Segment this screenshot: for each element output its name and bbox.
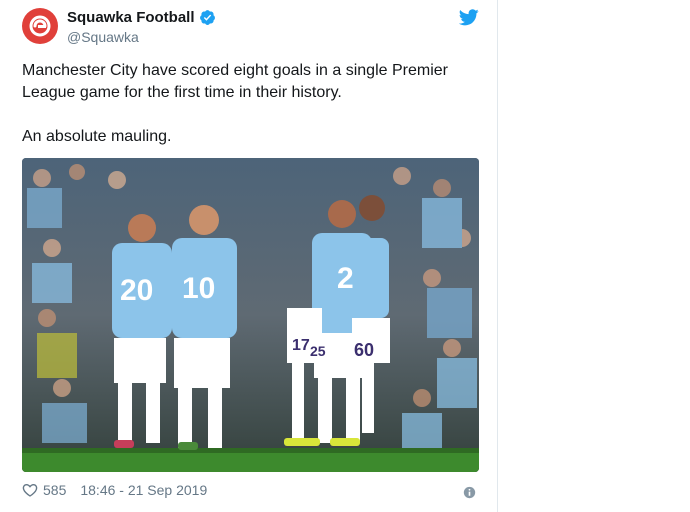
shirt-number-10: 10 [182,272,215,305]
author-display-name[interactable]: Squawka Football [67,9,195,26]
football-celebration-photo: 20 10 2 60 17 25 [22,158,479,472]
tweet-timestamp[interactable]: 18:46 - 21 Sep 2019 [80,482,207,498]
tweet-text-line-2: An absolute mauling. [22,128,172,145]
tweet-card: Squawka Football @Squawka Manchester Cit… [0,0,498,512]
verified-badge-icon [199,10,215,25]
author-handle[interactable]: @Squawka [67,29,139,45]
tweet-text: Manchester City have scored eight goals … [22,60,472,148]
tweet-footer: 585 18:46 - 21 Sep 2019 [22,482,207,498]
shirt-number-25: 25 [310,343,326,359]
squawka-logo-icon [29,15,51,37]
shirt-number-17: 17 [292,337,310,354]
info-icon[interactable] [463,486,476,499]
twitter-bird-icon[interactable] [459,9,479,26]
avatar[interactable] [22,8,58,44]
shirt-number-20: 20 [120,274,153,307]
like-count[interactable]: 585 [43,482,66,498]
shirt-number-60: 60 [354,340,374,360]
tweet-photo[interactable]: 20 10 2 60 17 25 [22,158,479,472]
heart-icon[interactable] [22,482,38,498]
tweet-text-line-1: Manchester City have scored eight goals … [22,62,448,101]
author-name-row[interactable]: Squawka Football [67,9,216,26]
shirt-number-2: 2 [337,262,354,295]
